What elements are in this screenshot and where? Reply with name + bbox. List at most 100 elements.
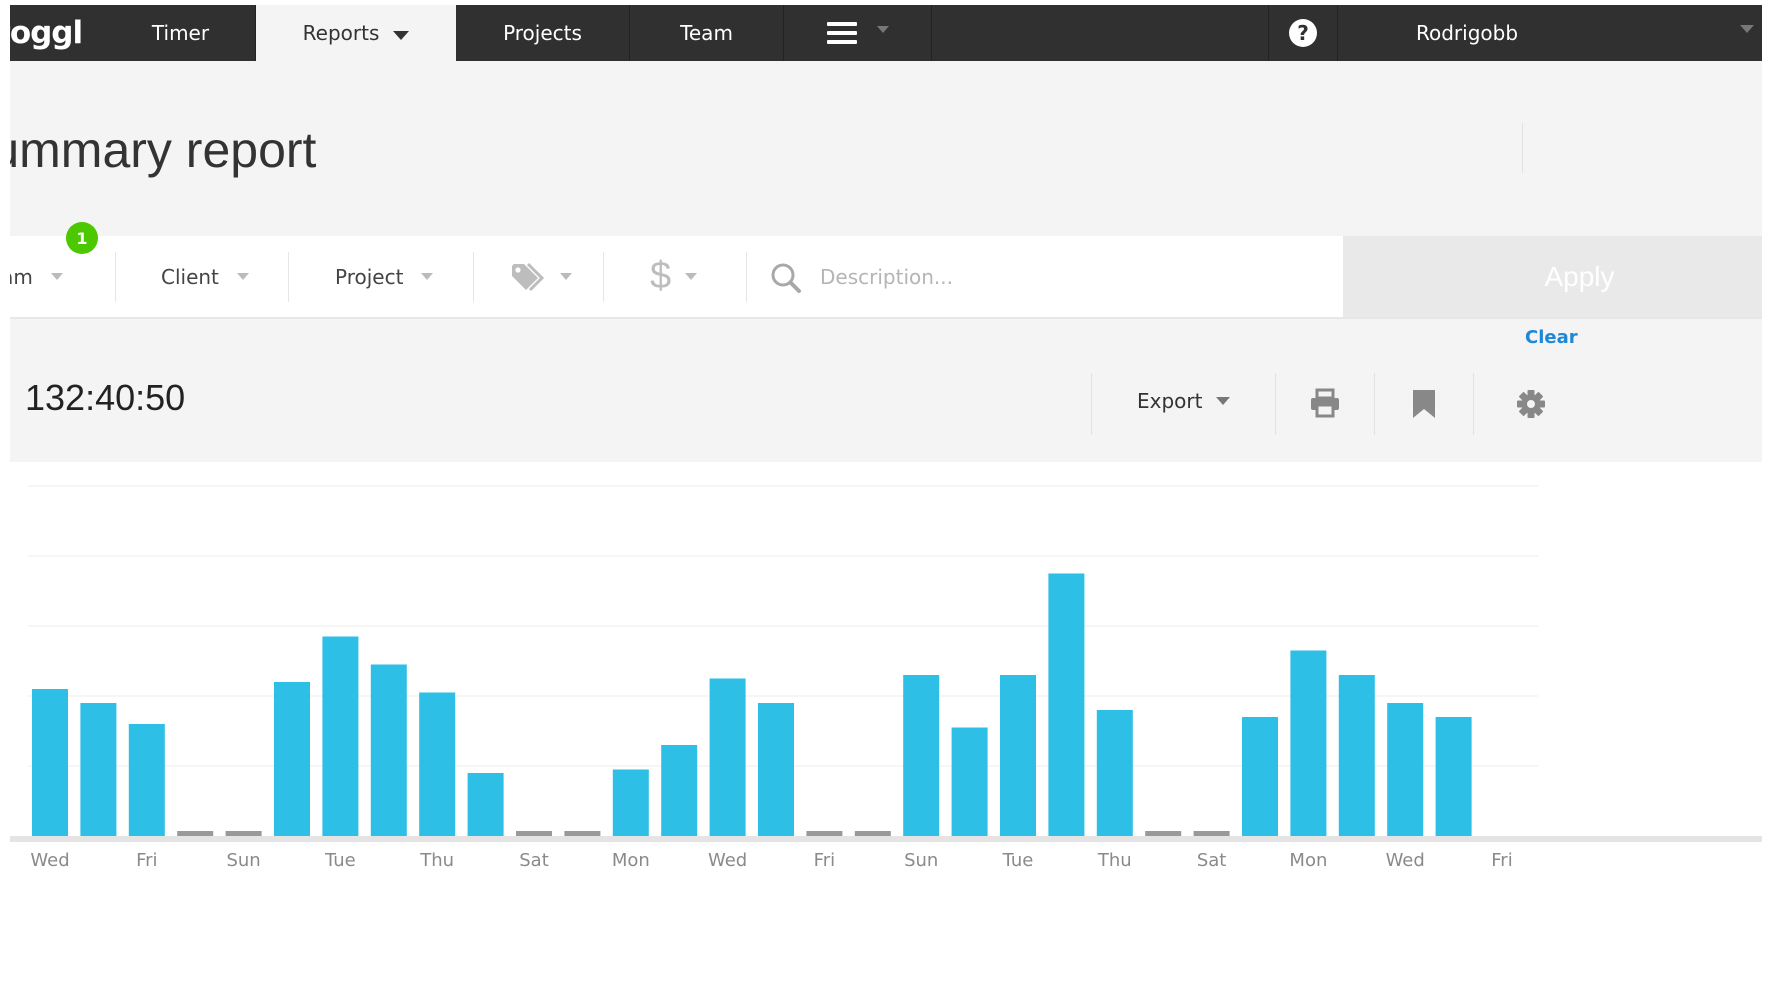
chart-bar-empty[interactable] — [854, 831, 891, 836]
report-header: Summary report — [10, 61, 1762, 236]
nav-timer[interactable]: Timer — [106, 5, 256, 61]
toolbar-separator — [1473, 373, 1474, 435]
chart-bar[interactable] — [709, 678, 746, 837]
chevron-down-icon — [393, 30, 410, 40]
chart-tick-label: Tue — [324, 850, 356, 871]
filter-project-label: Project — [335, 264, 404, 289]
chart-baseline — [10, 836, 1762, 842]
chart-bar[interactable] — [322, 636, 359, 837]
apply-button[interactable]: Apply — [1343, 236, 1762, 317]
toolbar-separator — [1091, 373, 1092, 435]
chart-bar[interactable] — [80, 703, 117, 836]
toggl-logo[interactable]: toggl — [10, 5, 106, 61]
chevron-down-icon — [876, 25, 889, 33]
chart-bar[interactable] — [274, 682, 310, 836]
chart-bar[interactable] — [1387, 703, 1424, 836]
chart-bar[interactable] — [903, 675, 940, 836]
chart-tick-label: Fri — [814, 850, 835, 871]
toolbar-separator — [1374, 373, 1375, 435]
chart-bar[interactable] — [128, 724, 165, 836]
chevron-down-icon — [421, 273, 434, 280]
bookmark-icon[interactable] — [1412, 389, 1436, 419]
filter-client-label: Client — [161, 264, 219, 289]
chart-bar[interactable] — [1000, 675, 1036, 836]
toolbar-separator — [1275, 373, 1276, 435]
top-navigation: toggl Timer Reports Projects Team ? Rodr… — [10, 5, 1762, 61]
total-duration: 132:40:50 — [25, 377, 186, 418]
chart-bar-empty[interactable] — [516, 831, 552, 836]
chart-bar-empty[interactable] — [177, 831, 214, 836]
chart-bar[interactable] — [1096, 710, 1133, 836]
nav-reports[interactable]: Reports — [256, 5, 456, 61]
filter-client[interactable]: Client — [161, 236, 249, 317]
tag-icon — [512, 262, 545, 291]
chart-bar[interactable] — [32, 689, 68, 836]
nav-team[interactable]: Team — [630, 5, 784, 61]
chart-tick-label: Sun — [226, 850, 260, 871]
description-search-input[interactable] — [818, 258, 1322, 296]
nav-more-menu[interactable] — [784, 5, 932, 61]
dollar-icon: $ — [650, 255, 672, 297]
gear-icon[interactable] — [1516, 389, 1546, 419]
chevron-down-icon — [1216, 397, 1231, 405]
printer-icon[interactable] — [1309, 387, 1341, 419]
nav-help[interactable]: ? — [1268, 5, 1338, 61]
nav-timer-label: Timer — [151, 21, 210, 45]
chevron-down-icon — [50, 273, 63, 280]
chart-bar[interactable] — [1048, 573, 1085, 837]
chart-bar[interactable] — [419, 692, 456, 837]
filter-billable[interactable]: $ — [650, 236, 698, 317]
chart-bar-empty[interactable] — [1145, 831, 1182, 836]
chart-bar[interactable] — [370, 664, 407, 837]
chart-tick-label: Thu — [1097, 850, 1132, 871]
app-page: toggl Timer Reports Projects Team ? Rodr… — [10, 5, 1762, 984]
filter-tags[interactable] — [510, 236, 572, 317]
chart-bar[interactable] — [758, 703, 794, 836]
chart-tick-label: Sat — [519, 850, 549, 871]
page-title: Summary report — [10, 122, 317, 178]
nav-reports-label: Reports — [302, 21, 380, 45]
nav-projects[interactable]: Projects — [456, 5, 630, 61]
filter-separator — [115, 252, 116, 302]
chart-bar-empty[interactable] — [564, 831, 601, 836]
chart-bar[interactable] — [1242, 717, 1278, 836]
filter-separator — [473, 252, 474, 302]
clear-filters-link[interactable]: Clear — [1525, 327, 1578, 348]
export-button[interactable]: Export — [1137, 389, 1231, 413]
chart-tick-label: Mon — [1289, 850, 1327, 871]
chart-bar[interactable] — [1290, 650, 1327, 837]
chart-bar[interactable] — [1435, 717, 1472, 836]
nav-team-label: Team — [680, 21, 733, 45]
user-name: Rodrigobb — [1416, 21, 1519, 45]
chart-tick-label: Sun — [904, 850, 938, 871]
chart-bar[interactable] — [951, 727, 988, 837]
help-circle-icon: ? — [1289, 19, 1317, 47]
summary-toolbar: 132:40:50 Export — [10, 319, 1762, 462]
chart-tick-label: Wed — [30, 850, 69, 871]
search-icon — [771, 263, 801, 293]
chart-tick-label: Fri — [136, 850, 157, 871]
chart-bar[interactable] — [612, 769, 649, 837]
chart-bar-empty[interactable] — [1193, 831, 1230, 836]
header-divider — [1522, 123, 1523, 173]
chevron-down-icon — [685, 273, 698, 280]
filter-separator — [288, 252, 289, 302]
chart-bar[interactable] — [1338, 675, 1375, 836]
filter-team-label: Team — [10, 264, 33, 289]
chevron-down-icon — [236, 273, 249, 280]
export-label: Export — [1137, 389, 1203, 413]
chart-bar[interactable] — [467, 773, 504, 836]
nav-projects-label: Projects — [503, 21, 582, 45]
chevron-down-icon — [1740, 25, 1754, 33]
hamburger-menu-icon — [826, 22, 857, 44]
nav-user-menu[interactable]: Rodrigobb — [1338, 5, 1762, 61]
filter-team[interactable]: Team — [10, 236, 63, 317]
chart-bar-empty[interactable] — [806, 831, 843, 836]
filter-count-badge: 1 — [66, 222, 98, 254]
chart-tick-label: Thu — [419, 850, 454, 871]
chart-bar-empty[interactable] — [225, 831, 262, 836]
filter-bar: Team Client Project $ — [10, 236, 1762, 319]
chart-tick-label: Wed — [1386, 850, 1425, 871]
filter-project[interactable]: Project — [335, 236, 434, 317]
chart-bar[interactable] — [661, 745, 698, 836]
